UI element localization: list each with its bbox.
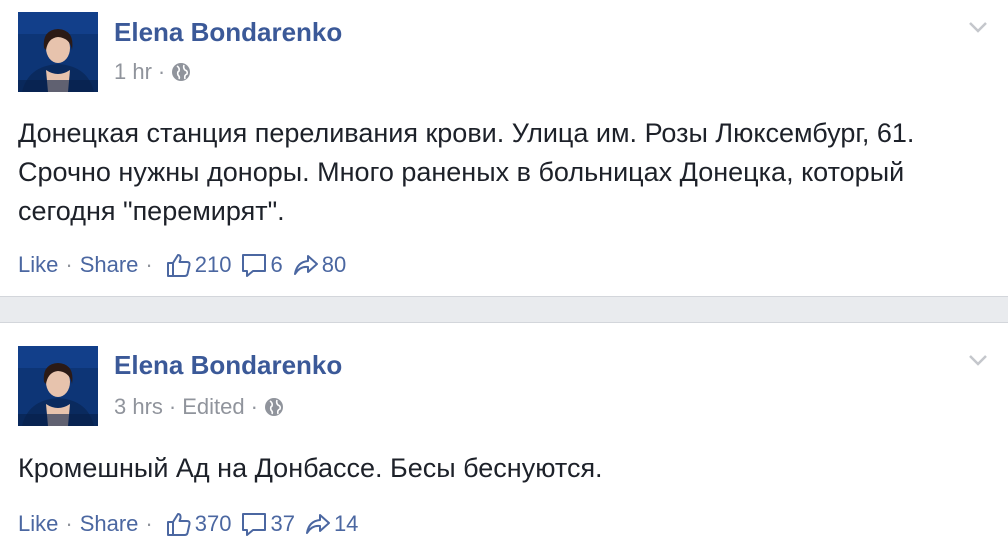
post-meta: 3 hrs · Edited · — [114, 394, 284, 420]
thumbs-up-icon[interactable] — [166, 252, 192, 278]
likes-count[interactable]: 210 — [195, 252, 232, 278]
meta-separator: · — [168, 394, 177, 419]
post-actions: Like · Share · 370 37 14 — [18, 509, 362, 539]
like-button[interactable]: Like — [18, 511, 58, 537]
comments-count[interactable]: 6 — [270, 252, 282, 278]
comments-count[interactable]: 37 — [270, 511, 294, 537]
share-arrow-icon[interactable] — [293, 252, 319, 278]
action-separator: · — [145, 252, 153, 277]
globe-icon[interactable] — [171, 62, 191, 82]
edited-label[interactable]: Edited — [182, 394, 244, 420]
meta-separator: · — [157, 59, 166, 84]
share-button[interactable]: Share — [80, 511, 139, 537]
share-button[interactable]: Share — [80, 252, 139, 278]
post-timestamp[interactable]: 3 hrs — [114, 394, 163, 420]
shares-count[interactable]: 80 — [322, 252, 346, 278]
share-arrow-icon[interactable] — [305, 511, 331, 537]
post-text: Донецкая станция переливания крови. Улиц… — [18, 118, 915, 226]
chevron-down-icon[interactable] — [968, 353, 988, 367]
post-actions: Like · Share · 210 6 80 — [18, 250, 350, 280]
thumbs-up-icon[interactable] — [166, 511, 192, 537]
post-meta: 1 hr · — [114, 59, 191, 85]
author-name[interactable]: Elena Bondarenko — [114, 350, 342, 381]
author-name[interactable]: Elena Bondarenko — [114, 17, 342, 48]
shares-count[interactable]: 14 — [334, 511, 358, 537]
action-separator: · — [65, 511, 73, 536]
action-separator: · — [65, 252, 73, 277]
meta-separator: · — [250, 394, 258, 419]
avatar[interactable] — [18, 346, 98, 426]
globe-icon[interactable] — [264, 397, 284, 417]
post: Elena Bondarenko 1 hr · Донецкая станция… — [0, 0, 1008, 297]
like-button[interactable]: Like — [18, 252, 58, 278]
chevron-down-icon[interactable] — [968, 20, 988, 34]
post-timestamp[interactable]: 1 hr — [114, 59, 152, 85]
comment-icon[interactable] — [241, 252, 267, 278]
post-text: Кромешный Ад на Донбассе. Бесы беснуются… — [18, 453, 603, 483]
avatar[interactable] — [18, 12, 98, 92]
post: Elena Bondarenko 3 hrs · Edited · Кромеш… — [0, 322, 1008, 551]
likes-count[interactable]: 370 — [195, 511, 232, 537]
comment-icon[interactable] — [241, 511, 267, 537]
action-separator: · — [145, 511, 153, 536]
